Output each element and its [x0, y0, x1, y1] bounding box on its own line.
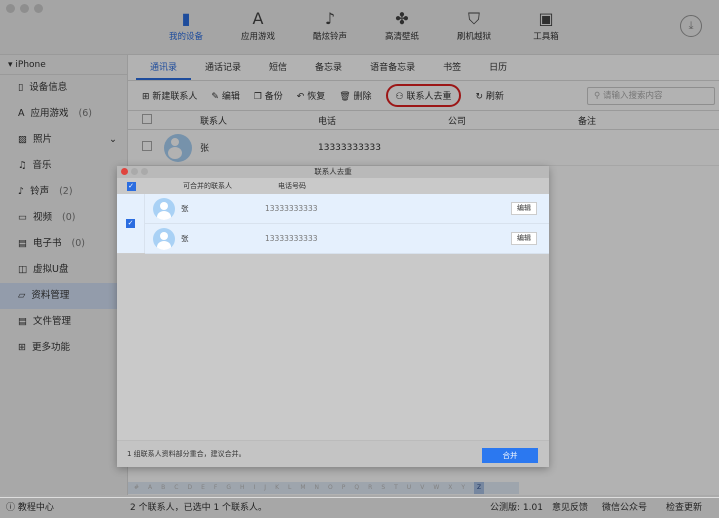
- avatar: [153, 197, 175, 220]
- dialog-footer: 1 组联系人资料部分重合，建议合并。 合并: [117, 440, 549, 467]
- dialog-table-header: ✓ 可合并的联系人 电话号码: [117, 178, 549, 194]
- merge-group: ✓ 张 13333333333 编辑 张 13333333333 编辑: [117, 194, 549, 254]
- edit-button[interactable]: 编辑: [511, 202, 537, 215]
- edit-button[interactable]: 编辑: [511, 232, 537, 245]
- status-bar: ⓘ 教程中心 2 个联系人，已选中 1 个联系人。 公测版: 1.01 意见反馈…: [0, 497, 719, 518]
- merge-button[interactable]: 合并: [482, 448, 538, 463]
- dialog-title-bar: 联系人去重: [117, 166, 549, 178]
- dialog-window-controls[interactable]: [121, 168, 148, 175]
- avatar: [153, 227, 175, 250]
- dedupe-dialog: 联系人去重 ✓ 可合并的联系人 电话号码 ✓ 张 13333333333 编辑 …: [117, 166, 549, 467]
- select-all-checkbox[interactable]: ✓: [126, 181, 136, 191]
- close-icon[interactable]: [121, 168, 128, 175]
- dialog-row: 张 13333333333 编辑: [145, 224, 549, 254]
- status-shade: [0, 498, 719, 518]
- group-checkbox[interactable]: ✓: [126, 219, 135, 228]
- dialog-row: 张 13333333333 编辑: [145, 194, 549, 224]
